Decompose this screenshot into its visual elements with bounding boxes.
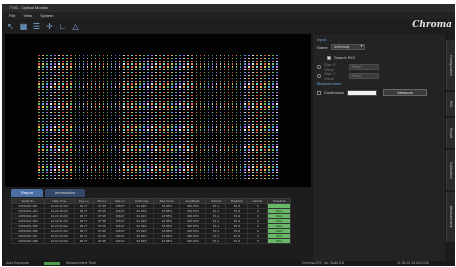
layers-icon[interactable]: ☰	[32, 22, 41, 31]
status-indicator	[44, 262, 60, 265]
vtab-configuration[interactable]: Configuration	[446, 40, 455, 90]
measure-button[interactable]: Measure	[383, 89, 428, 96]
table-cell: 87.98	[92, 238, 112, 244]
menu-system[interactable]: System	[40, 12, 53, 19]
status-mid: Measurement Time	[66, 261, 96, 265]
warning-icon[interactable]: △	[71, 22, 80, 31]
pixel-grid	[37, 54, 279, 180]
report-tabs: Report Information	[11, 189, 86, 197]
vtab-result-label: Result	[449, 128, 453, 138]
name-label: Name	[317, 44, 328, 50]
table-cell: 81.39%	[128, 238, 155, 244]
size-y-field[interactable]: Fixed	[349, 73, 379, 79]
table-cell: P1-9	[225, 238, 249, 244]
image-viewport[interactable]	[5, 34, 311, 187]
search-roi-checkbox[interactable]	[327, 55, 331, 60]
report-panel: Report Information Serial No. Date Time Av…	[5, 189, 311, 259]
cursor-icon[interactable]: ↖	[6, 22, 15, 31]
size-x-radio[interactable]	[317, 65, 321, 69]
status-bar: Auto Exposure Measurement Time Chroma AT…	[2, 261, 455, 266]
window-title: 7700 - Optical Monitor	[9, 5, 49, 10]
status-left: Auto Exposure	[6, 261, 29, 265]
results-table: Serial No. Date Time Avg. Lv Min Lv Max Lv Un…	[10, 198, 291, 244]
table-cell: P1-1	[205, 238, 227, 244]
settings-panel: Input Name Uniformity Search ROI Size X …	[313, 34, 445, 266]
continuous-label: Continuous	[324, 90, 345, 95]
vtab-roi[interactable]: ROI	[446, 92, 455, 116]
chart-icon[interactable]: ∟	[58, 22, 67, 31]
vtab-measurement[interactable]: Measurement	[446, 192, 455, 242]
grid-icon[interactable]: ▦	[19, 22, 28, 31]
table-cell: 96.77	[73, 238, 94, 244]
tab-report[interactable]: Report	[11, 189, 44, 197]
vtab-calibration[interactable]: Calibration	[446, 150, 455, 190]
size-y-radio[interactable]	[317, 74, 321, 78]
size-x-field[interactable]: Fixed	[349, 64, 379, 70]
table-cell: Pass	[267, 238, 291, 244]
size-y-row: Size Y Value Fixed	[317, 71, 379, 81]
search-roi-row: Search ROI	[327, 55, 355, 60]
search-roi-label: Search ROI	[334, 55, 355, 60]
table-cell: 20150101-008	[10, 238, 46, 244]
menu-bar: File View System	[2, 12, 455, 19]
app-window: 7700 - Optical Monitor File View System …	[2, 4, 455, 266]
name-select[interactable]: Uniformity	[330, 44, 365, 50]
table-cell: 396.67%	[179, 238, 207, 244]
brand-logo: Chroma	[412, 20, 452, 30]
tab-information[interactable]: Information	[45, 189, 86, 197]
table-row[interactable]: 20150101-008 10:22:33 AM 96.77 87.98 108.07 8…	[10, 238, 291, 244]
continuous-checkbox[interactable]	[317, 90, 321, 95]
name-row: Name Uniformity	[317, 44, 365, 50]
table-cell: 0	[247, 238, 269, 244]
size-y-label: Size Y Value	[324, 71, 336, 81]
menu-file[interactable]: File	[9, 12, 15, 19]
vtab-configuration-label: Configuration	[449, 54, 453, 76]
vtab-result[interactable]: Result	[446, 118, 455, 148]
measure-heading: Measurement	[317, 81, 342, 86]
table-cell: 10:22:33 AM	[44, 238, 75, 244]
status-time: 11:35:23 2015/01/05	[397, 261, 429, 265]
crosshair-icon[interactable]: ✛	[45, 22, 54, 31]
vtab-roi-label: ROI	[449, 100, 453, 108]
table-body: 20150101-001 10:22:12 AM 96.77 87.98 108.07 8…	[10, 203, 291, 244]
vtab-calibration-label: Calibration	[449, 161, 453, 179]
status-right: Chroma ATE, Inc. Build 8.8	[302, 261, 344, 265]
table-cell: 16.58%	[153, 238, 181, 244]
menu-view[interactable]: View	[23, 12, 32, 19]
vertical-tabs: Configuration ROI Result Calibration Mea…	[446, 40, 455, 266]
title-bar: 7700 - Optical Monitor	[2, 4, 455, 12]
continuous-field[interactable]	[347, 89, 378, 96]
vtab-measurement-label: Measurement	[449, 206, 453, 228]
toolbar: ↖ ▦ ☰ ✛ ∟ △	[2, 19, 455, 33]
continuous-row: Continuous Measure	[317, 89, 428, 96]
panel-heading: Input	[317, 37, 326, 42]
table-cell: 108.07	[110, 238, 130, 244]
